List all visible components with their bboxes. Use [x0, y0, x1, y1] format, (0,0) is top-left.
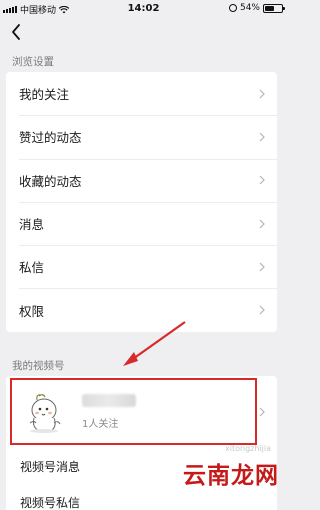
channel-account-row[interactable]: 1人关注 [6, 376, 277, 448]
row-permissions[interactable]: 权限 [6, 288, 277, 331]
browse-settings-card: 我的关注 赞过的动态 收藏的动态 消息 私信 权限 [6, 72, 277, 332]
battery-fill [265, 5, 274, 11]
chevron-left-icon [12, 24, 20, 40]
row-private-messages[interactable]: 私信 [6, 245, 277, 288]
chevron-right-icon [259, 219, 265, 228]
chevron-right-icon [259, 407, 265, 417]
back-button[interactable] [6, 22, 26, 42]
status-bar: 中国移动 14:02 54% [0, 0, 287, 18]
row-my-follows[interactable]: 我的关注 [6, 72, 277, 115]
chevron-right-icon [259, 132, 265, 142]
row-label: 视频号私信 [20, 495, 81, 510]
chevron-right-icon [259, 305, 265, 315]
row-saved-posts[interactable]: 收藏的动态 [6, 158, 277, 202]
row-label: 消息 [19, 217, 45, 233]
watermark-text: 云南龙网 [183, 462, 279, 489]
row-label: 权限 [19, 303, 45, 319]
row-label: 收藏的动态 [19, 173, 82, 189]
row-label: 私信 [19, 260, 45, 276]
annotation-highlight-box [10, 378, 257, 445]
orientation-lock-icon [228, 4, 237, 12]
row-label: 我的关注 [19, 87, 70, 103]
chevron-right-icon [259, 262, 265, 272]
channels-title: 我的视频号 [12, 360, 65, 372]
battery-icon [263, 3, 285, 13]
status-right: 54% [228, 3, 285, 13]
row-liked-posts[interactable]: 赞过的动态 [6, 115, 277, 158]
row-messages[interactable]: 消息 [6, 201, 277, 245]
row-label: 视频号消息 [20, 459, 81, 474]
row-label: 赞过的动态 [19, 130, 82, 146]
watermark: 云南龙网 [183, 456, 279, 490]
chevron-right-icon [259, 175, 265, 185]
watermark-url: xitongzhijia [225, 444, 271, 453]
browse-settings-title: 浏览设置 [12, 56, 54, 68]
chevron-right-icon [259, 89, 265, 99]
battery-percent: 54% [239, 3, 260, 13]
